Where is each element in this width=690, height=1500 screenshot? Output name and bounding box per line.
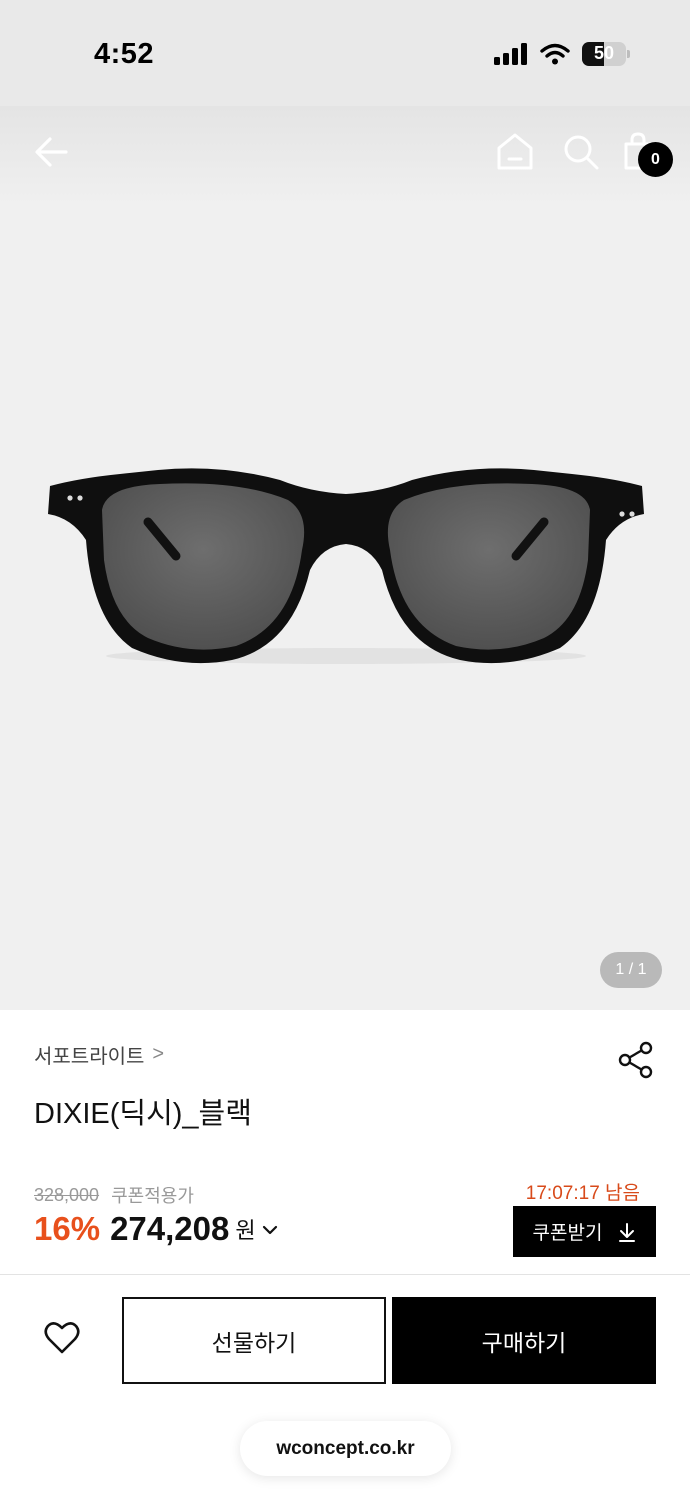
product-image[interactable]	[40, 450, 652, 682]
get-coupon-label: 쿠폰받기	[532, 1223, 603, 1244]
gift-button[interactable]: 선물하기	[122, 1297, 386, 1384]
original-price-row: 328,000 쿠폰적용가	[34, 1182, 194, 1208]
battery-icon: 50	[582, 42, 630, 66]
chevron-right-icon: >	[152, 1043, 165, 1065]
product-title: DIXIE(딕시)_블랙	[34, 1098, 252, 1130]
heart-icon[interactable]	[42, 1318, 82, 1358]
status-icons: 50	[494, 42, 630, 66]
battery-level: 50	[593, 43, 615, 63]
arrow-left-icon[interactable]	[30, 130, 74, 174]
top-nav	[0, 106, 690, 196]
share-icon[interactable]	[616, 1040, 656, 1080]
original-price: 328,000	[34, 1184, 100, 1205]
get-coupon-button[interactable]: 쿠폰받기	[513, 1206, 656, 1257]
sale-price: 274,208	[110, 1210, 230, 1247]
status-bar: 4:52 50	[0, 0, 690, 106]
wifi-icon	[540, 43, 570, 65]
home-icon[interactable]	[494, 130, 536, 174]
cart-count-badge: 0	[638, 142, 673, 177]
browser-url-bar[interactable]: wconcept.co.kr	[240, 1421, 451, 1476]
coupon-price-label: 쿠폰적용가	[111, 1186, 194, 1206]
download-icon	[619, 1222, 636, 1242]
price-row[interactable]: 16% 274,208 원	[34, 1210, 278, 1248]
chevron-down-icon[interactable]	[262, 1224, 278, 1236]
brand-link[interactable]: 서포트라이트 >	[34, 1040, 164, 1069]
status-time: 4:52	[94, 38, 155, 70]
gallery-page-indicator: 1 / 1	[600, 952, 662, 988]
buy-button[interactable]: 구매하기	[392, 1297, 656, 1384]
divider	[0, 1274, 690, 1275]
brand-name: 서포트라이트	[34, 1046, 145, 1068]
price-currency: 원	[235, 1218, 256, 1243]
discount-rate: 16%	[34, 1210, 101, 1247]
cellular-signal-icon	[494, 43, 527, 65]
search-icon[interactable]	[560, 130, 602, 174]
gift-button-label: 선물하기	[211, 1329, 297, 1356]
coupon-timer: 17:07:17 남음	[525, 1183, 640, 1204]
browser-url: wconcept.co.kr	[276, 1437, 415, 1459]
buy-button-label: 구매하기	[481, 1329, 567, 1356]
